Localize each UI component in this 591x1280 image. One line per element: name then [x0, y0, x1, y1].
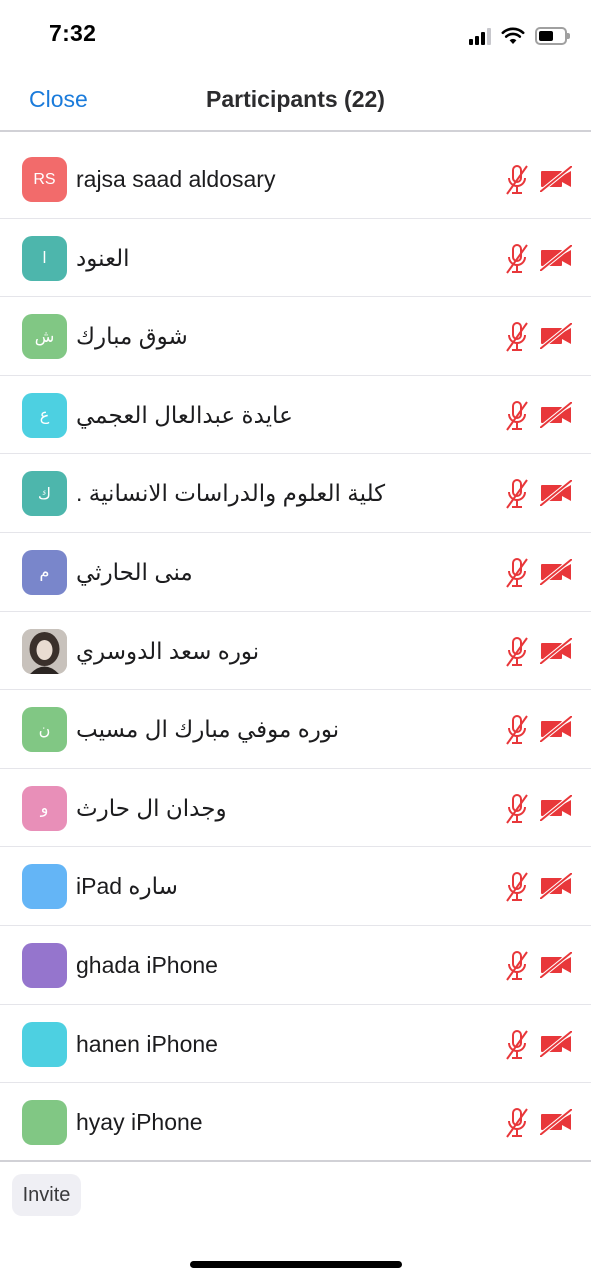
mic-muted-icon[interactable]	[505, 164, 529, 196]
mic-muted-icon[interactable]	[505, 400, 529, 432]
nav-bar: Close Participants (22)	[0, 70, 591, 132]
avatar: ك	[22, 471, 67, 517]
participant-name: عايدة عبدالعال العجمي	[76, 401, 293, 428]
participant-row[interactable]: ن نوره موفي مبارك ال مسيب	[0, 690, 591, 769]
avatar-initials: ع	[39, 407, 50, 425]
avatar-initials: ش	[34, 328, 55, 346]
mic-muted-icon[interactable]	[505, 636, 529, 668]
participant-name: شوق مبارك	[76, 323, 188, 350]
avatar	[22, 1021, 67, 1067]
participant-name: hanen iPhone	[76, 1030, 218, 1057]
avatar-initials: ك	[37, 485, 52, 503]
participant-row[interactable]: نوره سعد الدوسري	[0, 612, 591, 691]
avatar	[22, 864, 67, 910]
mic-muted-icon[interactable]	[505, 243, 529, 275]
participant-name: hyay iPhone	[76, 1109, 203, 1136]
avatar: RS	[22, 157, 67, 202]
video-off-icon[interactable]	[538, 714, 574, 744]
participant-row[interactable]: hanen iPhone	[0, 1005, 591, 1084]
mic-muted-icon[interactable]	[505, 1107, 529, 1139]
participant-row[interactable]: RS rajsa saad aldosary	[0, 140, 591, 219]
participant-name: منى الحارثي	[76, 558, 193, 585]
avatar	[22, 942, 67, 988]
participant-row[interactable]: و وجدان ال حارث	[0, 769, 591, 848]
participant-name: ghada iPhone	[76, 951, 218, 978]
avatar-initials: RS	[33, 170, 56, 188]
participant-row[interactable]: ك كلية العلوم والدراسات الانسانية .	[0, 454, 591, 533]
video-off-icon[interactable]	[538, 478, 574, 508]
video-off-icon[interactable]	[538, 636, 574, 666]
avatar: و	[22, 785, 67, 831]
participant-name: نوره موفي مبارك ال مسيب	[76, 716, 340, 743]
participant-row[interactable]: ش شوق مبارك	[0, 297, 591, 376]
participant-row[interactable]: ا العنود	[0, 219, 591, 298]
mic-muted-icon[interactable]	[505, 714, 529, 746]
battery-icon	[535, 27, 570, 45]
video-off-icon[interactable]	[538, 793, 574, 823]
video-off-icon[interactable]	[538, 164, 574, 194]
mic-muted-icon[interactable]	[505, 950, 529, 982]
wifi-icon	[501, 27, 525, 44]
participant-row[interactable]: ghada iPhone	[0, 926, 591, 1005]
video-off-icon[interactable]	[538, 950, 574, 980]
video-off-icon[interactable]	[538, 400, 574, 430]
participant-name: ساره iPad	[76, 873, 178, 900]
participant-row[interactable]: ع عايدة عبدالعال العجمي	[0, 376, 591, 455]
home-indicator	[190, 1261, 402, 1268]
status-time: 7:32	[49, 20, 97, 46]
video-off-icon[interactable]	[538, 321, 574, 351]
status-bar: 7:32	[0, 0, 591, 70]
avatar: ع	[22, 392, 67, 438]
participant-name: rajsa saad aldosary	[76, 166, 276, 192]
video-off-icon[interactable]	[538, 871, 574, 901]
video-off-icon[interactable]	[538, 1028, 574, 1059]
avatar	[22, 628, 67, 674]
avatar-initials: م	[39, 564, 50, 582]
avatar-initials: ن	[38, 721, 51, 739]
video-off-icon[interactable]	[538, 1107, 574, 1137]
mic-muted-icon[interactable]	[505, 557, 529, 589]
participant-row[interactable]: hyay iPhone	[0, 1083, 591, 1162]
avatar: ش	[22, 314, 67, 360]
avatar: م	[22, 549, 67, 595]
avatar	[22, 1100, 67, 1146]
avatar: ن	[22, 707, 67, 753]
video-off-icon[interactable]	[538, 243, 574, 273]
participant-row[interactable]: ساره iPad	[0, 847, 591, 926]
participant-row[interactable]: م منى الحارثي	[0, 533, 591, 612]
avatar-initials: و	[40, 800, 49, 818]
participant-name: كلية العلوم والدراسات الانسانية .	[76, 480, 386, 507]
mic-muted-icon[interactable]	[505, 871, 529, 903]
page-title: Participants (22)	[206, 86, 385, 112]
mic-muted-icon[interactable]	[505, 478, 529, 510]
participant-list: RS rajsa saad aldosary ا العنود ش شوق مبارك ع ع…	[0, 140, 591, 1162]
participant-name: العنود	[76, 244, 130, 271]
mic-muted-icon[interactable]	[505, 1029, 529, 1061]
participant-name: نوره سعد الدوسري	[76, 637, 260, 664]
invite-button[interactable]: Invite	[12, 1174, 81, 1216]
avatar: ا	[22, 235, 67, 281]
video-off-icon[interactable]	[538, 557, 574, 587]
mic-muted-icon[interactable]	[505, 793, 529, 825]
participant-name: وجدان ال حارث	[76, 794, 227, 821]
avatar-initials: ا	[42, 250, 47, 268]
mic-muted-icon[interactable]	[505, 321, 529, 353]
cellular-signal-icon	[469, 27, 491, 45]
status-icons	[469, 24, 570, 48]
